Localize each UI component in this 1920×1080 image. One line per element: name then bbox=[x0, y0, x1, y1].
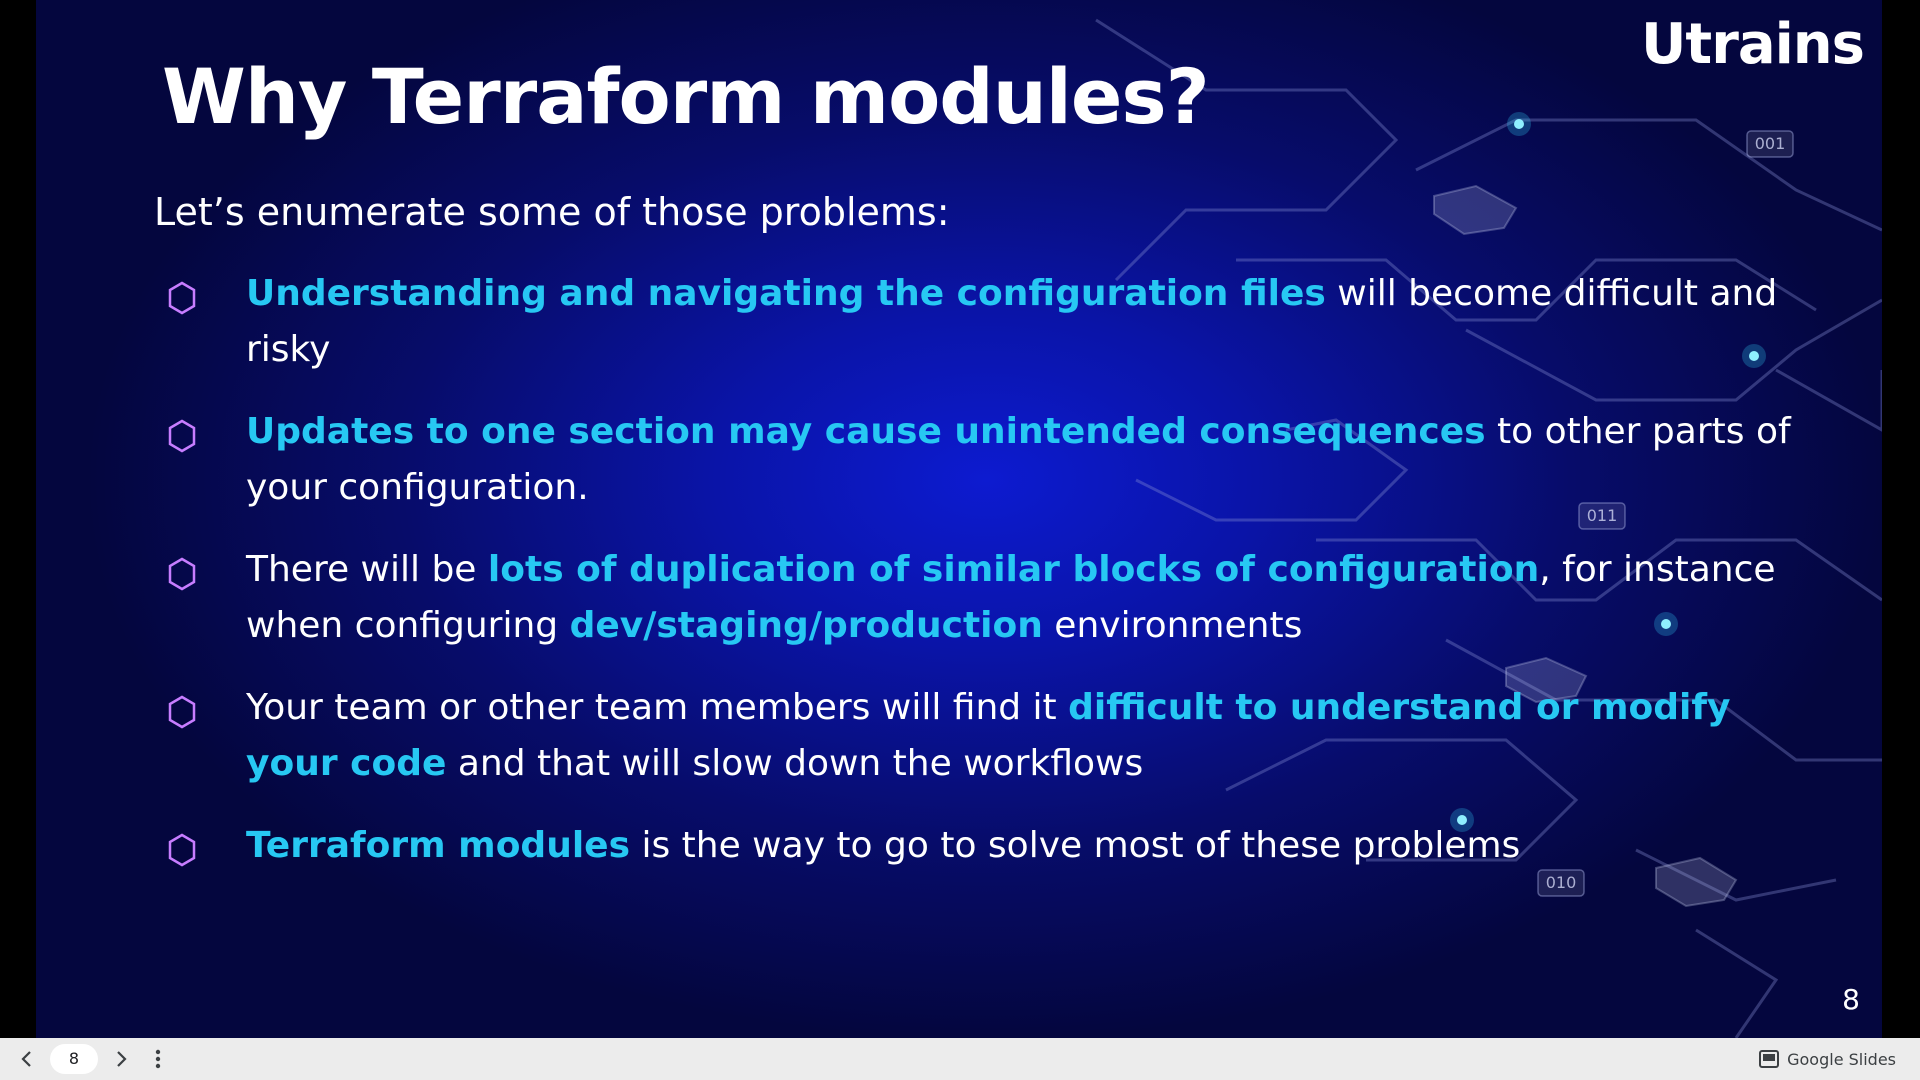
slide-subtitle: Let’s enumerate some of those problems: bbox=[154, 190, 950, 234]
bullet-item: There will be lots of duplication of sim… bbox=[36, 542, 1882, 680]
chevron-right-icon[interactable] bbox=[108, 1046, 134, 1072]
utrains-logo: Utrains bbox=[1640, 12, 1865, 77]
bullet-text: Your team or other team members will fin… bbox=[246, 680, 1806, 792]
chevron-left-icon[interactable] bbox=[14, 1046, 40, 1072]
highlighted-text: dev/staging/production bbox=[569, 605, 1043, 646]
bullet-text-segment: There will be bbox=[246, 549, 488, 590]
hexagon-bullet-icon bbox=[168, 695, 196, 729]
bullet-text: Understanding and navigating the configu… bbox=[246, 266, 1806, 378]
slides-player-toolbar: 8 Google Slides bbox=[0, 1038, 1920, 1080]
slides-icon bbox=[1759, 1050, 1780, 1068]
bullet-text-segment: environments bbox=[1042, 605, 1303, 646]
bullet-text-segment: and that will slow down the workflows bbox=[446, 743, 1144, 784]
bullet-item: Understanding and navigating the configu… bbox=[36, 266, 1882, 404]
hexagon-bullet-icon bbox=[168, 833, 196, 867]
more-vert-icon[interactable] bbox=[148, 1046, 168, 1072]
node-label: 001 bbox=[1755, 134, 1786, 153]
highlighted-text: lots of duplication of similar blocks of… bbox=[487, 549, 1540, 590]
bullet-item: Updates to one section may cause uninten… bbox=[36, 404, 1882, 542]
bullet-item: Terraform modules is the way to go to so… bbox=[36, 818, 1882, 956]
hexagon-bullet-icon bbox=[168, 281, 196, 315]
hexagon-bullet-icon bbox=[168, 557, 196, 591]
brand-label: Google Slides bbox=[1787, 1049, 1896, 1069]
google-slides-brand[interactable]: Google Slides bbox=[1759, 1038, 1896, 1080]
hexagon-bullet-icon bbox=[168, 419, 196, 453]
slide-title: Why Terraform modules? bbox=[162, 52, 1210, 141]
bullet-text: Updates to one section may cause uninten… bbox=[246, 404, 1806, 516]
highlighted-text: Terraform modules bbox=[246, 825, 631, 866]
bullet-item: Your team or other team members will fin… bbox=[36, 680, 1882, 818]
bullet-text: There will be lots of duplication of sim… bbox=[246, 542, 1806, 654]
bullet-text-segment: Your team or other team members will fin… bbox=[246, 687, 1069, 728]
highlighted-text: Updates to one section may cause uninten… bbox=[246, 411, 1486, 452]
bullet-text: Terraform modules is the way to go to so… bbox=[246, 818, 1806, 874]
slide-number: 8 bbox=[1842, 983, 1860, 1016]
page-number-input[interactable]: 8 bbox=[50, 1044, 98, 1074]
bullet-list: Understanding and navigating the configu… bbox=[36, 266, 1882, 956]
highlighted-text: Understanding and navigating the configu… bbox=[246, 273, 1326, 314]
bullet-text-segment: is the way to go to solve most of these … bbox=[630, 825, 1521, 866]
slide: 001 011 010 Utrains Why Terraform module… bbox=[36, 0, 1882, 1038]
